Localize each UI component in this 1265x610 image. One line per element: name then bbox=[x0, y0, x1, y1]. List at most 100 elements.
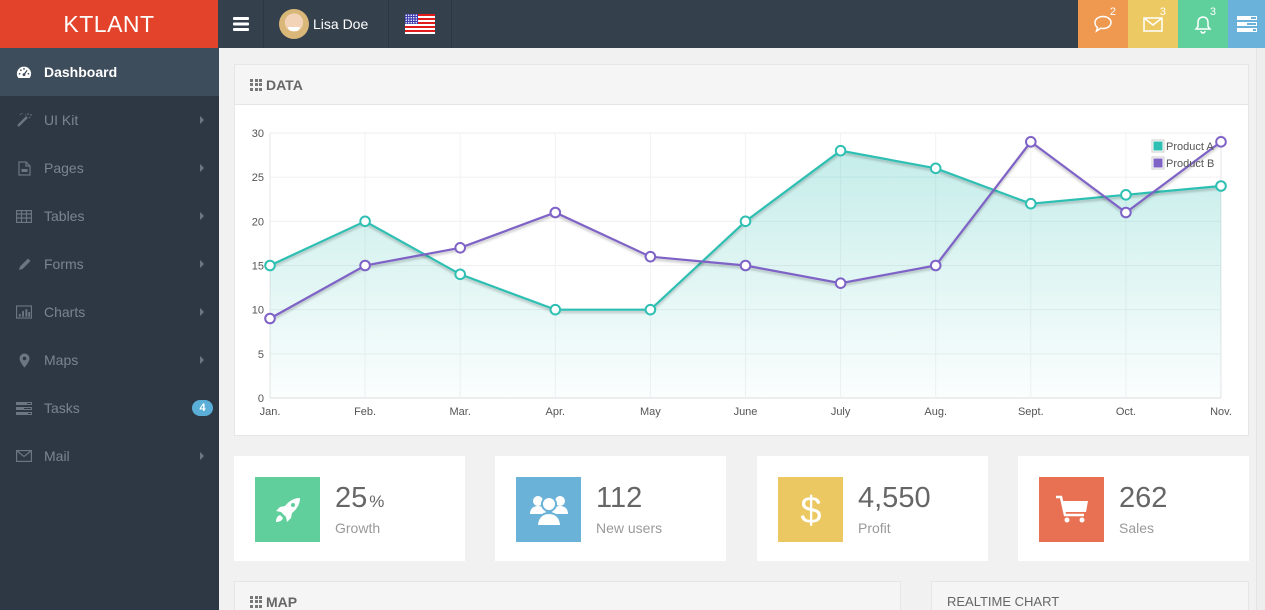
table-icon bbox=[16, 208, 32, 224]
data-point-product-a bbox=[834, 144, 847, 157]
data-point-product-b bbox=[739, 259, 752, 272]
bar-chart-icon bbox=[16, 304, 32, 320]
x-tick-label: Sept. bbox=[1018, 406, 1044, 418]
sidebar-item-label: Forms bbox=[44, 256, 84, 272]
x-tick-label: Apr. bbox=[546, 406, 566, 418]
data-point-product-b bbox=[929, 259, 942, 272]
caret-right-icon bbox=[200, 164, 204, 172]
stat-card-new-users: 112 New users bbox=[495, 456, 726, 561]
map-panel: MAP bbox=[234, 581, 901, 610]
x-tick-label: Aug. bbox=[924, 406, 947, 418]
y-tick-label: 0 bbox=[258, 393, 264, 405]
x-tick-label: June bbox=[734, 406, 758, 418]
tasks-icon bbox=[16, 400, 32, 416]
menu-toggle-button[interactable] bbox=[218, 0, 264, 48]
data-point-product-b bbox=[264, 312, 276, 325]
envelope-icon bbox=[1143, 16, 1163, 32]
x-tick-label: Mar. bbox=[449, 406, 470, 418]
tasks-icon bbox=[1236, 16, 1257, 32]
tasks-count-badge: 4 bbox=[192, 400, 213, 416]
sidebar-item-label: Mail bbox=[44, 448, 70, 464]
stat-card-profit: $ 4,550 Profit bbox=[757, 456, 988, 561]
data-point-product-b bbox=[1120, 206, 1132, 219]
notifications-count: 3 bbox=[1209, 6, 1216, 18]
language-selector[interactable] bbox=[389, 0, 452, 48]
legend-item: Product A bbox=[1151, 139, 1214, 153]
stat-value: 262 bbox=[1119, 482, 1168, 514]
tasks-button[interactable] bbox=[1228, 0, 1265, 48]
caret-right-icon bbox=[200, 308, 204, 316]
data-point-product-b bbox=[834, 277, 847, 289]
line-chart: 0 5 10 15 20 25 30 Jan. Feb. Mar. Apr. May June July A… bbox=[235, 106, 1248, 436]
hamburger-icon bbox=[232, 17, 249, 31]
y-tick-label: 30 bbox=[252, 128, 264, 140]
data-point-product-a bbox=[739, 215, 752, 228]
sidebar-item-tasks[interactable]: Tasks 4 bbox=[0, 384, 219, 432]
line-chart-svg: 0 5 10 15 20 25 30 Jan. Feb. Mar. Apr. May June July A… bbox=[252, 128, 1232, 418]
sidebar-item-maps[interactable]: Maps bbox=[0, 336, 219, 384]
dashboard-icon bbox=[16, 64, 32, 80]
stat-label: Growth bbox=[335, 520, 381, 536]
sidebar-item-tables[interactable]: Tables bbox=[0, 192, 219, 240]
legend-item: Product B bbox=[1151, 156, 1214, 170]
data-point-product-a bbox=[549, 303, 562, 316]
sidebar-item-label: Tables bbox=[44, 208, 85, 224]
sidebar-item-label: Maps bbox=[44, 352, 79, 368]
x-tick-label: Oct. bbox=[1116, 406, 1136, 418]
y-tick-label: 20 bbox=[252, 216, 264, 228]
data-point-product-a bbox=[1025, 197, 1037, 210]
map-panel-title: MAP bbox=[266, 593, 298, 610]
sidebar-item-mail[interactable]: Mail bbox=[0, 432, 219, 480]
mail-button[interactable]: 3 bbox=[1128, 0, 1178, 48]
data-point-product-a bbox=[454, 268, 466, 281]
sidebar-item-forms[interactable]: Forms bbox=[0, 240, 219, 288]
sidebar: Dashboard UI Kit Pages Tables Forms Char… bbox=[0, 48, 219, 610]
legend-swatch bbox=[1153, 141, 1163, 151]
us-flag-icon bbox=[405, 14, 435, 34]
x-tick-label: Jan. bbox=[260, 406, 281, 418]
file-icon bbox=[16, 160, 32, 176]
dollar-icon: $ bbox=[778, 477, 843, 542]
data-point-product-a bbox=[359, 215, 371, 228]
y-tick-label: 15 bbox=[252, 261, 264, 273]
chat-button[interactable]: 2 bbox=[1078, 0, 1128, 48]
data-panel-header: DATA bbox=[235, 65, 1248, 105]
sidebar-item-label: Tasks bbox=[44, 400, 80, 416]
x-tick-label: May bbox=[640, 406, 661, 418]
data-point-product-b bbox=[454, 242, 466, 254]
page-scrollbar[interactable] bbox=[1256, 48, 1265, 610]
data-point-product-b bbox=[1025, 136, 1037, 148]
data-panel-title: DATA bbox=[266, 76, 303, 93]
data-panel: DATA 0 5 10 15 20 25 30 Jan. Feb. Mar. Apr. May June… bbox=[234, 64, 1249, 436]
x-tick-label: Nov. bbox=[1210, 406, 1232, 418]
stat-label: Sales bbox=[1119, 520, 1155, 536]
stat-label: Profit bbox=[858, 520, 891, 536]
data-point-product-a bbox=[1120, 189, 1132, 201]
sidebar-item-pages[interactable]: Pages bbox=[0, 144, 219, 192]
notifications-button[interactable]: 3 bbox=[1178, 0, 1228, 48]
legend-swatch bbox=[1153, 158, 1163, 168]
sidebar-item-charts[interactable]: Charts bbox=[0, 288, 219, 336]
realtime-panel-header: REALTIME CHART bbox=[932, 582, 1248, 610]
sidebar-item-ui-kit[interactable]: UI Kit bbox=[0, 96, 219, 144]
data-point-product-a bbox=[644, 303, 657, 316]
envelope-icon bbox=[16, 448, 32, 464]
caret-right-icon bbox=[200, 452, 204, 460]
realtime-panel-title: REALTIME CHART bbox=[947, 594, 1060, 609]
sidebar-item-label: Pages bbox=[44, 160, 84, 176]
grid-icon bbox=[250, 78, 262, 91]
cart-icon bbox=[1039, 477, 1104, 542]
data-point-product-a bbox=[929, 162, 942, 175]
users-icon bbox=[516, 477, 581, 542]
data-point-product-b bbox=[359, 259, 371, 272]
data-point-product-b bbox=[549, 206, 562, 219]
sidebar-item-label: Dashboard bbox=[44, 64, 118, 80]
stat-value: 4,550 bbox=[858, 482, 931, 514]
map-marker-icon bbox=[16, 352, 32, 368]
map-panel-header: MAP bbox=[235, 582, 900, 610]
user-menu[interactable]: Lisa Doe bbox=[264, 0, 389, 48]
grid-icon bbox=[250, 595, 262, 608]
stat-value: 112 bbox=[596, 482, 643, 514]
sidebar-item-dashboard[interactable]: Dashboard bbox=[0, 48, 219, 96]
brand-logo[interactable]: KTLANT bbox=[0, 0, 218, 48]
